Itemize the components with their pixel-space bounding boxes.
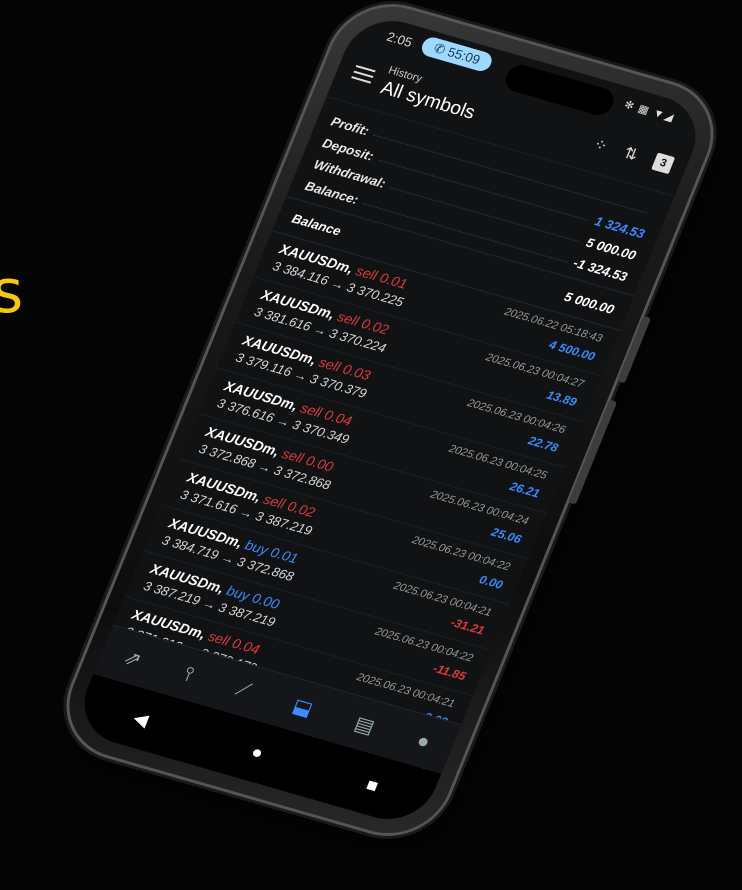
back-button[interactable]: ◀: [130, 707, 152, 730]
chart-icon[interactable]: ⫯: [180, 662, 198, 686]
deal-profit: 0.00: [477, 572, 505, 592]
balance-value: 5 000.00: [562, 288, 617, 317]
quotes-icon[interactable]: ⇗: [120, 644, 146, 672]
balance-label: Balance: [289, 210, 344, 239]
side-caption: s: [0, 257, 24, 327]
phone-screen: 2:05 ✆ 55:09 ✻ ▦ ▼◢ History All symbols …: [70, 10, 710, 830]
call-timer: 55:09: [445, 44, 483, 68]
menu-icon[interactable]: [350, 61, 378, 87]
chat-icon[interactable]: ●: [413, 729, 434, 754]
phone-mockup: 2:05 ✆ 55:09 ✻ ▦ ▼◢ History All symbols …: [45, 0, 729, 890]
history-icon[interactable]: ⬓: [289, 693, 317, 722]
deal-profit: -11.85: [430, 661, 469, 684]
system-status-icons: ✻ ▦ ▼◢: [622, 98, 677, 125]
trade-icon[interactable]: ⟋: [232, 677, 255, 702]
home-button[interactable]: ●: [248, 741, 267, 764]
status-time: 2:05: [384, 28, 415, 50]
phone-body: 2:05 ✆ 55:09 ✻ ▦ ▼◢ History All symbols …: [51, 0, 729, 847]
calendar-icon[interactable]: 3: [651, 152, 676, 175]
sort-icon[interactable]: ⇅: [621, 143, 641, 165]
deal-profit: 26.21: [507, 479, 542, 501]
deal-profit: 13.89: [544, 387, 579, 410]
news-icon[interactable]: ▤: [351, 711, 379, 740]
filter-icon[interactable]: ⁘: [590, 134, 610, 156]
deal-profit: -31.21: [448, 615, 487, 638]
recents-button[interactable]: ■: [363, 774, 382, 797]
deal-profit: 25.06: [489, 524, 524, 547]
call-timer-pill[interactable]: ✆ 55:09: [418, 35, 495, 74]
deal-profit: 22.78: [526, 433, 561, 455]
